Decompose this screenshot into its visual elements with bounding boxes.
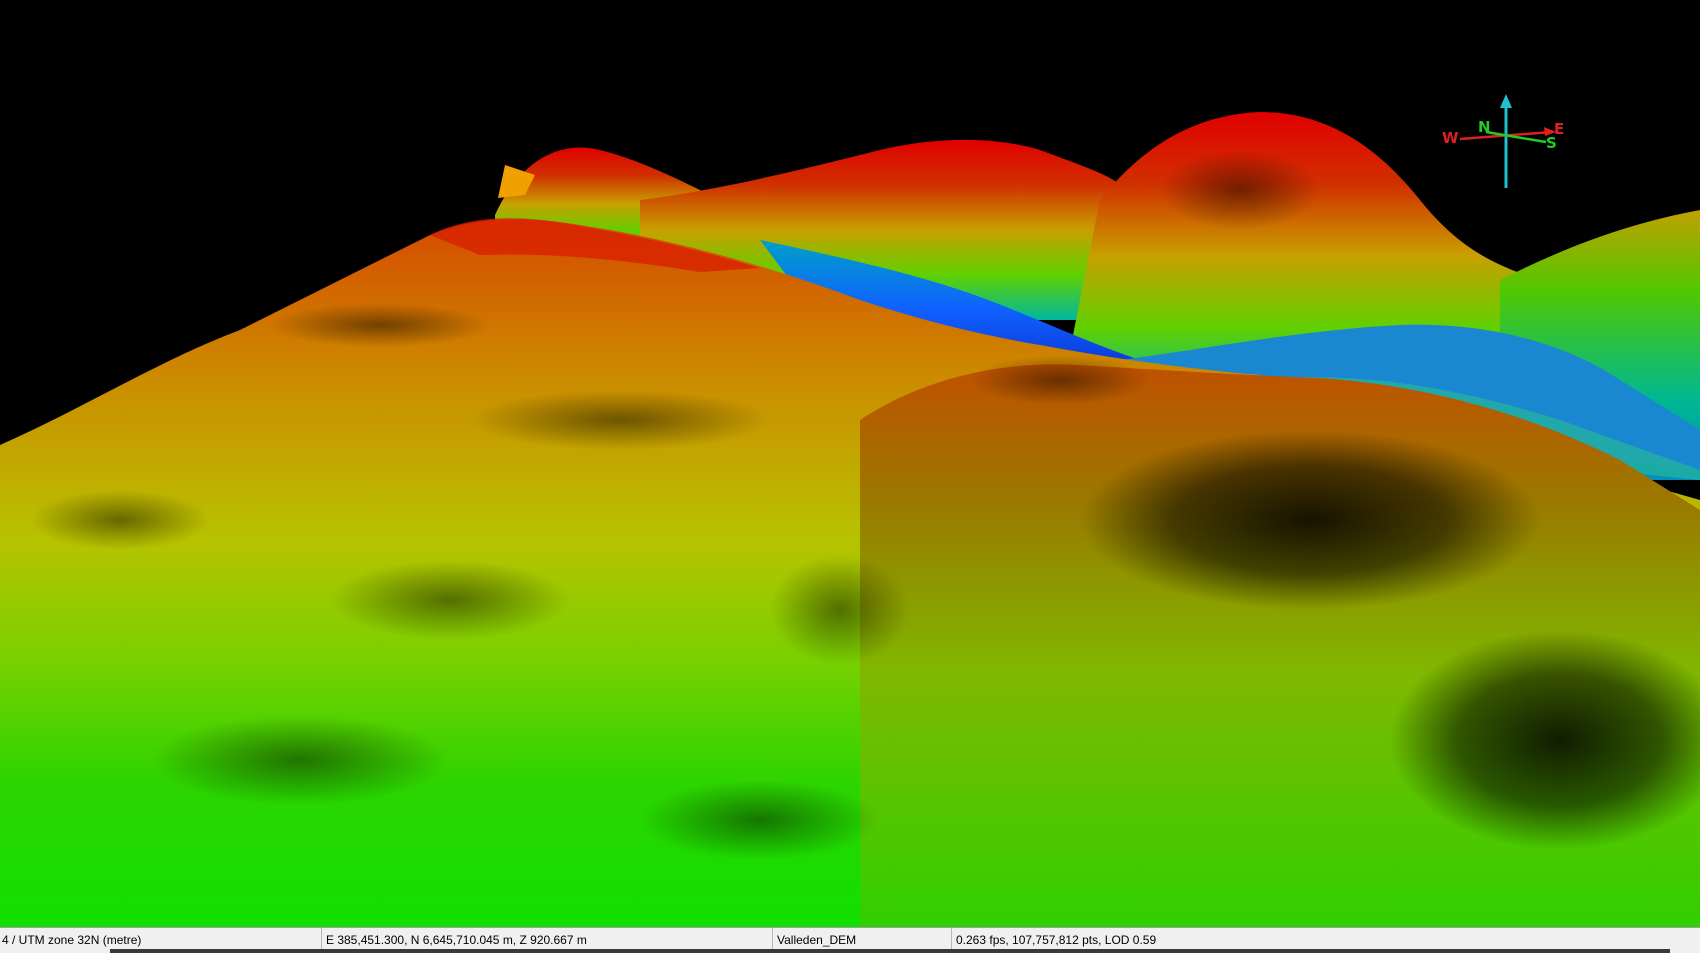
3d-terrain-viewport[interactable]: W N E S <box>0 0 1700 927</box>
compass-west-label: W <box>1442 129 1459 147</box>
compass-north-label: N <box>1478 118 1491 136</box>
horizontal-scrollbar[interactable] <box>110 949 1670 953</box>
compass-south-label: S <box>1546 134 1557 152</box>
up-axis-arrow <box>1500 94 1512 108</box>
orientation-compass: W N E S <box>1440 90 1580 210</box>
shadow-large <box>1080 430 1540 610</box>
